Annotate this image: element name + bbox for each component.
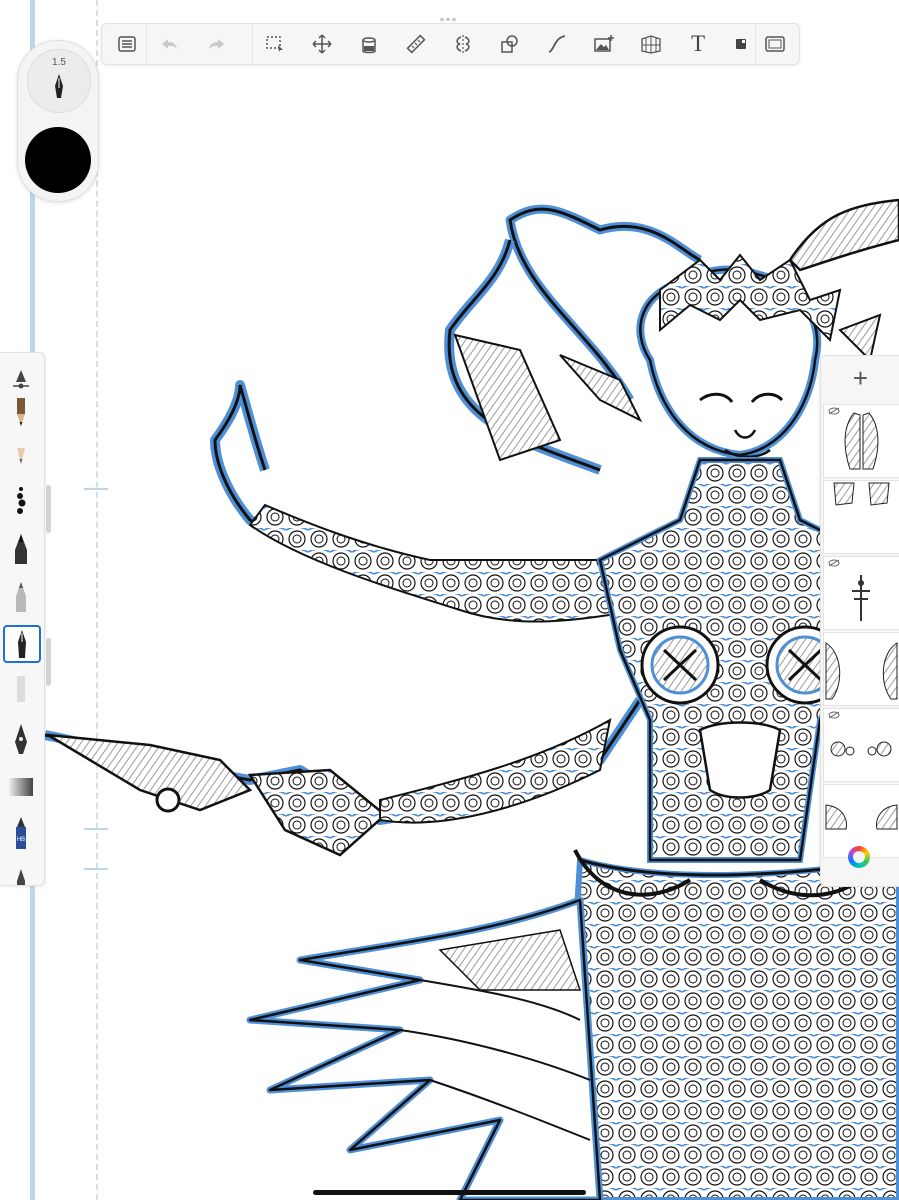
drawing-canvas[interactable] (0, 0, 899, 1200)
curve-icon[interactable] (542, 30, 572, 58)
brush-size-value: 1.5 (52, 57, 66, 68)
transform-icon[interactable] (307, 30, 337, 58)
inking-brush-icon[interactable] (3, 483, 39, 519)
add-image-icon[interactable] (589, 30, 619, 58)
fill-icon[interactable] (354, 30, 384, 58)
layers-panel: + (820, 355, 899, 887)
svg-text:HB: HB (17, 837, 25, 843)
undo-icon[interactable] (154, 30, 184, 58)
brush-library-panel: HB (0, 352, 45, 886)
layer-thumbnail[interactable] (823, 480, 899, 554)
pencil-light-brush-icon[interactable] (3, 435, 39, 471)
brush-panel-slider-handle[interactable] (46, 485, 51, 533)
main-toolbar: T (101, 23, 800, 65)
airbrush-brush-icon[interactable] (3, 579, 39, 615)
ruler-icon[interactable] (401, 30, 431, 58)
redo-icon[interactable] (202, 30, 232, 58)
pencil-dark-brush-icon[interactable] (3, 395, 39, 431)
toolbar-grabber[interactable] (440, 8, 460, 21)
layer-art-icon (825, 642, 898, 700)
layer-thumbnail[interactable] (823, 708, 899, 782)
text-icon[interactable]: T (683, 30, 713, 58)
layer-art-icon (830, 741, 892, 757)
selection-icon[interactable] (260, 30, 290, 58)
layer-thumbnail[interactable] (823, 556, 899, 630)
layer-art-icon (844, 412, 879, 470)
hb-pencil-brush-icon[interactable]: HB (3, 815, 39, 851)
symmetry-icon[interactable] (448, 30, 478, 58)
brush-panel-slider-handle[interactable] (46, 638, 51, 686)
brush-settings-icon[interactable] (3, 361, 39, 397)
hidden-eye-icon[interactable] (828, 711, 840, 719)
layer-thumbnail[interactable] (823, 404, 899, 478)
pen-brush-icon[interactable] (3, 625, 41, 663)
brush-size-button[interactable]: 1.5 (27, 49, 91, 113)
chisel-brush-icon[interactable] (3, 671, 39, 707)
add-layer-button[interactable]: + (821, 356, 899, 400)
shapes-icon[interactable] (495, 30, 525, 58)
artwork (44, 198, 899, 1200)
toolbar-separator (252, 24, 253, 64)
hidden-eye-icon[interactable] (828, 407, 840, 415)
color-wheel-icon[interactable] (848, 846, 870, 868)
fine-pen-brush-icon[interactable] (3, 859, 39, 885)
eraser-brush-icon[interactable] (3, 769, 39, 805)
layer-thumbnail[interactable] (823, 632, 899, 706)
color-swatch-button[interactable] (25, 127, 91, 193)
layer-art-icon (833, 482, 890, 506)
toolbar-separator (755, 24, 756, 64)
marker-brush-icon[interactable] (3, 531, 39, 567)
copic-icon[interactable] (726, 30, 756, 58)
perspective-icon[interactable] (636, 30, 666, 58)
toolbar-separator (146, 24, 147, 64)
fullscreen-icon[interactable] (760, 30, 790, 58)
hidden-eye-icon[interactable] (828, 559, 840, 567)
layer-art-icon (852, 575, 870, 621)
calligraphy-brush-icon[interactable] (3, 721, 39, 757)
pen-nib-icon (55, 74, 63, 98)
home-indicator[interactable] (313, 1190, 586, 1195)
brush-puck: 1.5 (17, 40, 99, 202)
list-icon[interactable] (112, 30, 142, 58)
